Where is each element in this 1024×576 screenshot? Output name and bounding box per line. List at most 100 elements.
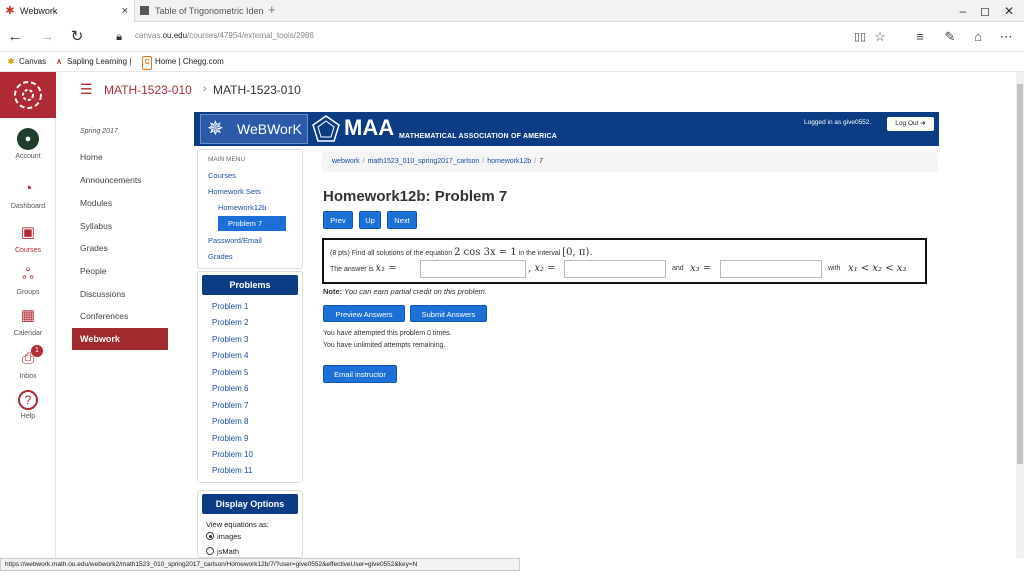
- status-bar-url: https://webwork.math.ou.edu/webwork2/mat…: [0, 558, 520, 571]
- crumb-problem: 7: [539, 158, 544, 165]
- favorite-canvas[interactable]: ✱ Canvas: [6, 56, 46, 68]
- menu-homework-sets-link[interactable]: Homework Sets: [208, 187, 261, 196]
- menu-problem7-link[interactable]: Problem 7: [218, 216, 286, 231]
- canvas-icon: ✱: [7, 57, 15, 66]
- menu-password-email-link[interactable]: Password/Email: [208, 236, 262, 245]
- problem-link[interactable]: Problem 11: [212, 466, 252, 475]
- course-nav-syllabus[interactable]: Syllabus: [80, 221, 112, 231]
- course-nav-webwork[interactable]: Webwork: [72, 328, 168, 350]
- answer-is-text: The answer is: [330, 266, 374, 273]
- hub-icon[interactable]: ≡: [910, 26, 930, 48]
- crumb-set[interactable]: homework12b: [487, 158, 531, 165]
- problem-interval: [0, π).: [562, 247, 593, 258]
- course-header: ☰ MATH-1523-010 › MATH-1523-010: [56, 72, 1016, 108]
- hamburger-menu-icon[interactable]: ☰: [80, 81, 93, 98]
- next-button[interactable]: Next: [387, 211, 417, 229]
- x2-label: , x₂ =: [528, 263, 556, 274]
- problem-link[interactable]: Problem 9: [212, 434, 248, 443]
- problem-link[interactable]: Problem 6: [212, 384, 248, 393]
- page-favicon-icon: [140, 6, 149, 15]
- x3-answer-input[interactable]: [720, 260, 822, 278]
- account-icon: ●: [17, 128, 39, 150]
- back-arrow-icon[interactable]: ←: [4, 26, 26, 48]
- logout-button[interactable]: Log Out ➜: [887, 117, 934, 131]
- radio-unselected-icon[interactable]: [206, 547, 214, 555]
- problem-interval-text: in the interval: [518, 250, 561, 257]
- nav-groups[interactable]: ஃ Groups: [0, 264, 56, 296]
- scrollbar-thumb[interactable]: [1017, 84, 1023, 464]
- course-nav-grades[interactable]: Grades: [80, 243, 108, 253]
- problem-link[interactable]: Problem 5: [212, 368, 248, 377]
- course-nav-people[interactable]: People: [80, 266, 106, 276]
- preview-answers-button[interactable]: Preview Answers: [323, 305, 405, 322]
- maa-subtitle: MATHEMATICAL ASSOCIATION OF AMERICA: [399, 133, 558, 140]
- canvas-favicon-icon: ✱: [5, 5, 15, 17]
- option-jsmath[interactable]: jsMath: [206, 547, 239, 556]
- with-text: with: [828, 265, 841, 272]
- problem-link[interactable]: Problem 4: [212, 351, 248, 360]
- option-label: jsMath: [217, 547, 240, 556]
- close-window-button[interactable]: ✕: [994, 0, 1024, 22]
- dashboard-icon: ◔: [23, 180, 33, 197]
- nav-label: Help: [20, 413, 36, 420]
- tab-webwork[interactable]: ✱ Webwork ×: [0, 0, 134, 22]
- course-nav-announcements[interactable]: Announcements: [80, 175, 141, 185]
- crumb-webwork[interactable]: webwork: [332, 158, 360, 165]
- problem-link[interactable]: Problem 2: [212, 318, 248, 327]
- submit-answers-button[interactable]: Submit Answers: [410, 305, 487, 322]
- course-nav-home[interactable]: Home: [80, 152, 103, 162]
- note-label: Note:: [323, 287, 343, 296]
- reading-view-icon[interactable]: ▯▯: [850, 26, 870, 48]
- problem-link[interactable]: Problem 7: [212, 401, 248, 410]
- nav-account[interactable]: ● Account: [0, 128, 56, 160]
- up-button[interactable]: Up: [359, 211, 381, 229]
- course-nav-modules[interactable]: Modules: [80, 198, 112, 208]
- new-tab-button[interactable]: +: [268, 0, 276, 20]
- favorite-chegg[interactable]: C Home | Chegg.com: [142, 56, 224, 70]
- forward-arrow-icon[interactable]: →: [36, 26, 58, 48]
- courses-icon: ▣: [20, 224, 36, 241]
- webwork-breadcrumb: webwork / math1523_010_spring2017_carlson /…: [322, 152, 938, 172]
- calendar-icon: ▦: [20, 307, 36, 324]
- share-icon[interactable]: ⌂: [968, 26, 988, 48]
- tab-trig-table[interactable]: Table of Trigonometric Iden: [134, 0, 264, 22]
- problem-link[interactable]: Problem 8: [212, 417, 248, 426]
- x1-answer-input[interactable]: [420, 260, 526, 278]
- problem-statement: (8 pts) Find all solutions of the equati…: [330, 247, 593, 258]
- nav-help[interactable]: ? Help: [0, 390, 56, 420]
- course-nav-discussions[interactable]: Discussions: [80, 289, 125, 299]
- option-images[interactable]: images: [206, 532, 241, 541]
- partial-credit-note: Note: You can earn partial credit on thi…: [323, 287, 487, 296]
- course-nav-conferences[interactable]: Conferences: [80, 311, 128, 321]
- nav-dashboard[interactable]: ◔ Dashboard: [0, 178, 56, 210]
- tab-label: Table of Trigonometric Iden: [155, 6, 264, 16]
- web-note-icon[interactable]: ✎: [940, 26, 960, 48]
- problem-link[interactable]: Problem 10: [212, 450, 253, 459]
- problem-link[interactable]: Problem 3: [212, 335, 248, 344]
- nav-courses[interactable]: ▣ Courses: [0, 222, 56, 254]
- prev-button[interactable]: Prev: [323, 211, 353, 229]
- nav-inbox[interactable]: ⎙ 1 Inbox: [0, 345, 56, 380]
- refresh-icon[interactable]: ↻: [66, 26, 88, 48]
- nav-calendar[interactable]: ▦ Calendar: [0, 305, 56, 337]
- radio-selected-icon[interactable]: [206, 532, 214, 540]
- favorite-sapling[interactable]: ∧ Sapling Learning |: [54, 56, 131, 68]
- breadcrumb-course-link[interactable]: MATH-1523-010: [104, 83, 192, 97]
- display-options-panel: Display Options View equations as: image…: [197, 490, 303, 558]
- menu-grades-link[interactable]: Grades: [208, 252, 233, 261]
- menu-courses-link[interactable]: Courses: [208, 171, 236, 180]
- menu-homework12b-link[interactable]: Homework12b: [218, 203, 266, 212]
- canvas-logo[interactable]: [0, 72, 56, 118]
- webwork-logo-text: WeBWorK: [237, 121, 302, 137]
- problem-link[interactable]: Problem 1: [212, 302, 248, 311]
- crumb-course[interactable]: math1523_010_spring2017_carlson: [368, 158, 480, 165]
- url-field[interactable]: canvas.ou.edu/courses/47954/external_too…: [135, 31, 314, 40]
- email-instructor-button[interactable]: Email instructor: [323, 365, 397, 383]
- favorite-star-icon[interactable]: ☆: [870, 26, 890, 48]
- close-tab-icon[interactable]: ×: [122, 0, 128, 22]
- more-icon[interactable]: ⋯: [996, 26, 1016, 48]
- webwork-logo[interactable]: ✵ WeBWorK: [200, 114, 308, 144]
- x2-answer-input[interactable]: [564, 260, 666, 278]
- groups-icon: ஃ: [22, 266, 34, 283]
- sapling-icon: ∧: [56, 57, 62, 66]
